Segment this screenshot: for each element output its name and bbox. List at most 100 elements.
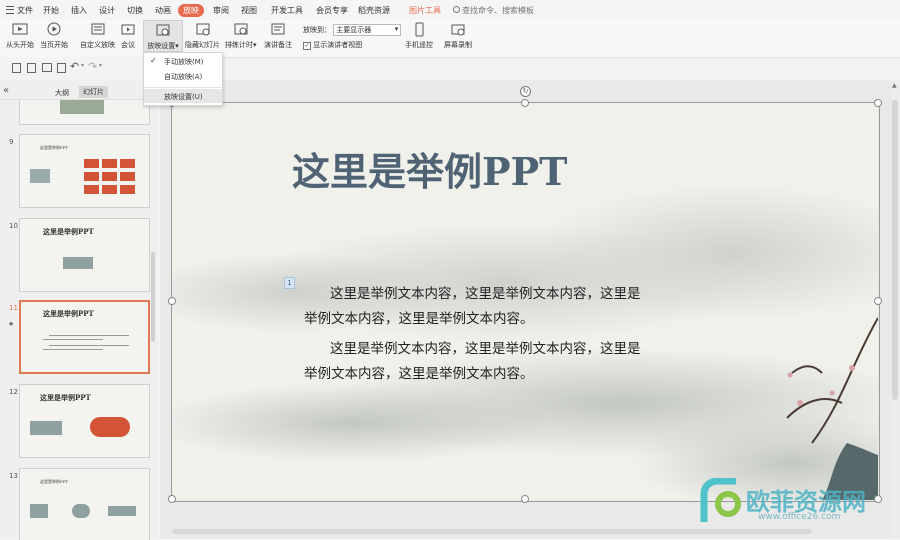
rotate-handle-icon[interactable]: ↻ [520, 86, 531, 97]
meeting-button[interactable]: 会议 [120, 22, 136, 50]
search-icon [453, 6, 460, 13]
canvas-vscrollbar[interactable]: ▲ [891, 80, 900, 539]
collapse-panel-icon[interactable]: « [3, 85, 9, 96]
text-line [43, 349, 103, 350]
dropdown-item-settings[interactable]: 放映设置(U) [164, 92, 203, 102]
menu-view[interactable]: 视图 [241, 5, 257, 16]
more-dropdown-icon[interactable]: ▾ [99, 62, 102, 69]
menu-bar: 文件 开始 插入 设计 切换 动画 放映 审阅 视图 开发工具 会员专享 稻壳资… [0, 0, 900, 20]
undo-dropdown-icon[interactable]: ▾ [81, 62, 84, 69]
speaker-notes-button[interactable]: 演讲备注 [264, 22, 292, 50]
notes-icon [271, 23, 285, 35]
slide-thumbnail-selected[interactable]: 这里是举例PPT [19, 300, 150, 374]
thumb-title: 这里是举例PPT [40, 393, 91, 402]
slide-image [72, 504, 90, 518]
scroll-up-icon[interactable]: ▲ [892, 82, 897, 89]
dropdown-item-manual[interactable]: 手动放映(M) [164, 57, 204, 67]
hide-slide-icon [196, 23, 209, 36]
menu-review[interactable]: 审阅 [213, 5, 229, 16]
menu-picture-tools[interactable]: 图片工具 [409, 5, 441, 16]
slideshow-settings-dropdown: ✓ 手动放映(M) 自动放映(A) 放映设置(U) [143, 52, 223, 106]
body-paragraph-line[interactable]: 这里是举例文本内容，这里是举例文本内容，这里是 [330, 282, 641, 307]
slide-thumbnail[interactable] [19, 100, 150, 125]
menu-docer[interactable]: 稻壳资源 [358, 5, 390, 16]
from-current-button[interactable]: 当页开始 [40, 22, 68, 50]
slide-thumbnail[interactable]: 这里是举例PPT [19, 218, 150, 292]
slide-image [30, 421, 62, 435]
print-preview-icon[interactable] [57, 63, 66, 73]
slide-thumbnail[interactable]: 这里是举例PPT [19, 384, 150, 458]
slide-image [63, 257, 93, 269]
slide-thumbnail[interactable]: 这里是举例PPT [19, 468, 150, 540]
search-box[interactable]: 查找命令、搜索模板 [453, 5, 534, 16]
menu-member[interactable]: 会员专享 [316, 5, 348, 16]
phone-icon [415, 22, 424, 37]
slide-image [108, 506, 136, 516]
phone-remote-button[interactable]: 手机遥控 [405, 22, 433, 50]
panel-scrollbar[interactable] [151, 252, 155, 342]
thumb-title: 这里是举例PPT [40, 145, 69, 150]
meeting-icon [121, 24, 135, 35]
slide-image [120, 159, 135, 168]
custom-show-icon [91, 23, 104, 35]
resize-handle[interactable] [874, 297, 882, 305]
undo-icon[interactable]: ↶ [70, 60, 79, 73]
export-pdf-icon[interactable] [27, 63, 36, 73]
checkbox-checked-icon: ✓ [303, 42, 311, 50]
slide-image [30, 169, 50, 183]
resize-handle[interactable] [168, 297, 176, 305]
menu-animations[interactable]: 动画 [155, 5, 171, 16]
redo-icon[interactable]: ↷ [88, 60, 97, 73]
animation-tag[interactable]: 1 [284, 277, 295, 289]
slide-image [84, 185, 99, 194]
resize-handle[interactable] [168, 495, 176, 503]
play-from-start-icon [12, 23, 28, 35]
file-menu[interactable]: 文件 [6, 5, 33, 16]
slide-image [84, 172, 99, 181]
animation-star-icon: ★ [8, 320, 15, 328]
show-to-select[interactable]: 主要显示器 ▾ [333, 24, 402, 36]
slide-image [120, 172, 135, 181]
hamburger-icon [6, 6, 14, 14]
watermark-logo-icon [700, 478, 741, 522]
menu-developer[interactable]: 开发工具 [271, 5, 303, 16]
print-icon[interactable] [42, 63, 52, 72]
menu-design[interactable]: 设计 [99, 5, 115, 16]
resize-handle[interactable] [521, 99, 529, 107]
rehearse-button[interactable]: 排练计时▾ [225, 22, 257, 50]
slide[interactable]: 这里是举例PPT 1 这里是举例文本内容，这里是举例文本内容，这里是 举例文本内… [172, 103, 878, 500]
hide-slide-button[interactable]: 隐藏幻灯片 [185, 22, 220, 50]
menu-transitions[interactable]: 切换 [127, 5, 143, 16]
menu-slideshow[interactable]: 放映 [178, 4, 204, 17]
slide-image [102, 172, 117, 181]
from-start-button[interactable]: 从头开始 [6, 22, 34, 50]
resize-handle[interactable] [874, 99, 882, 107]
body-paragraph-line[interactable]: 举例文本内容，这里是举例文本内容。 [304, 362, 534, 387]
dropdown-item-settings-highlight[interactable]: 放映设置(U) [144, 89, 222, 103]
tab-outline[interactable]: 大纲 [55, 88, 69, 98]
dropdown-item-auto[interactable]: 自动放映(A) [164, 72, 202, 82]
slide-thumbnail[interactable]: 这里是举例PPT [19, 134, 150, 208]
slide-title[interactable]: 这里是举例PPT [292, 141, 567, 196]
timer-icon [234, 23, 248, 35]
presenter-view-checkbox[interactable]: ✓ 显示演讲者视图 [303, 40, 362, 50]
custom-show-button[interactable]: 自定义放映 [80, 22, 115, 50]
body-paragraph-line[interactable]: 这里是举例文本内容，这里是举例文本内容，这里是 [330, 337, 641, 362]
scroll-thumb[interactable] [892, 100, 898, 400]
play-current-icon [47, 22, 61, 36]
text-line [43, 339, 103, 340]
menu-home[interactable]: 开始 [43, 5, 59, 16]
resize-handle[interactable] [521, 495, 529, 503]
slideshow-settings-button[interactable]: 放映设置▾ [143, 20, 183, 52]
body-paragraph-line[interactable]: 举例文本内容，这里是举例文本内容。 [304, 307, 534, 332]
ribbon-toolbar: 从头开始 当页开始 自定义放映 会议 放映设置▾ 隐藏幻灯片 排练计时▾ 演讲备… [0, 20, 900, 58]
tab-slides[interactable]: 幻灯片 [79, 86, 108, 98]
menu-insert[interactable]: 插入 [71, 5, 87, 16]
screen-record-button[interactable]: 屏幕录制 [444, 22, 472, 50]
slide-image [84, 159, 99, 168]
quick-access-toolbar: ↶ ▾ ↷ ▾ [0, 57, 160, 79]
save-icon[interactable] [12, 63, 21, 73]
chevron-down-icon: ▾ [175, 42, 179, 50]
chevron-down-icon: ▾ [394, 25, 399, 33]
slide-image [102, 159, 117, 168]
